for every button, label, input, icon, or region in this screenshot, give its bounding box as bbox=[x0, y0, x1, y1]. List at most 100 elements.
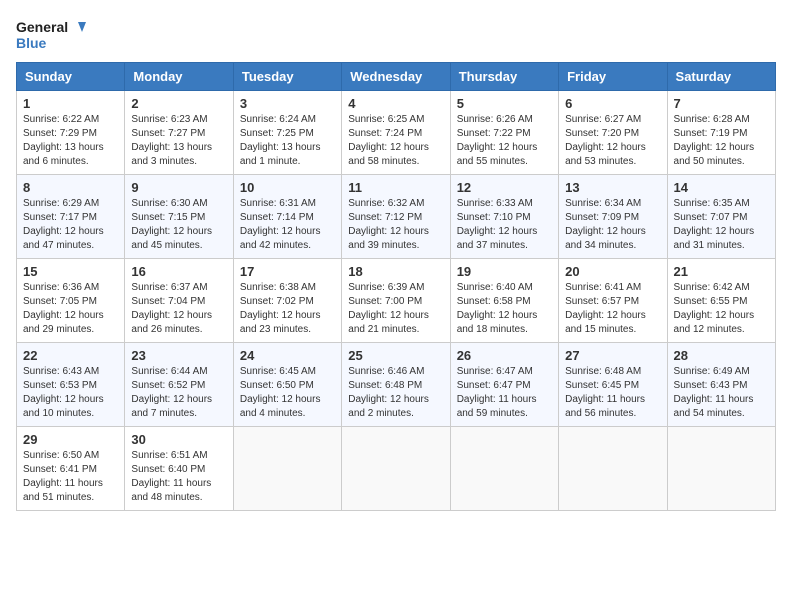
calendar-cell: 27 Sunrise: 6:48 AMSunset: 6:45 PMDaylig… bbox=[559, 343, 667, 427]
day-info: Sunrise: 6:23 AMSunset: 7:27 PMDaylight:… bbox=[131, 114, 212, 167]
day-number: 26 bbox=[457, 348, 552, 363]
day-info: Sunrise: 6:32 AMSunset: 7:12 PMDaylight:… bbox=[348, 198, 429, 251]
calendar-week-row: 22 Sunrise: 6:43 AMSunset: 6:53 PMDaylig… bbox=[17, 343, 776, 427]
calendar-cell: 26 Sunrise: 6:47 AMSunset: 6:47 PMDaylig… bbox=[450, 343, 558, 427]
day-info: Sunrise: 6:22 AMSunset: 7:29 PMDaylight:… bbox=[23, 114, 104, 167]
calendar-cell: 17 Sunrise: 6:38 AMSunset: 7:02 PMDaylig… bbox=[233, 259, 341, 343]
day-info: Sunrise: 6:47 AMSunset: 6:47 PMDaylight:… bbox=[457, 366, 537, 419]
day-info: Sunrise: 6:43 AMSunset: 6:53 PMDaylight:… bbox=[23, 366, 104, 419]
day-number: 15 bbox=[23, 264, 118, 279]
day-info: Sunrise: 6:35 AMSunset: 7:07 PMDaylight:… bbox=[674, 198, 755, 251]
weekday-header-tuesday: Tuesday bbox=[233, 63, 341, 91]
calendar-week-row: 1 Sunrise: 6:22 AMSunset: 7:29 PMDayligh… bbox=[17, 91, 776, 175]
calendar-cell bbox=[342, 427, 450, 511]
calendar-cell: 2 Sunrise: 6:23 AMSunset: 7:27 PMDayligh… bbox=[125, 91, 233, 175]
day-info: Sunrise: 6:31 AMSunset: 7:14 PMDaylight:… bbox=[240, 198, 321, 251]
day-number: 5 bbox=[457, 96, 552, 111]
day-info: Sunrise: 6:37 AMSunset: 7:04 PMDaylight:… bbox=[131, 282, 212, 335]
day-info: Sunrise: 6:51 AMSunset: 6:40 PMDaylight:… bbox=[131, 450, 211, 503]
weekday-header-friday: Friday bbox=[559, 63, 667, 91]
logo: General Blue bbox=[16, 16, 86, 52]
day-number: 22 bbox=[23, 348, 118, 363]
day-number: 19 bbox=[457, 264, 552, 279]
calendar-cell bbox=[667, 427, 775, 511]
calendar-cell: 14 Sunrise: 6:35 AMSunset: 7:07 PMDaylig… bbox=[667, 175, 775, 259]
calendar-cell: 15 Sunrise: 6:36 AMSunset: 7:05 PMDaylig… bbox=[17, 259, 125, 343]
day-info: Sunrise: 6:25 AMSunset: 7:24 PMDaylight:… bbox=[348, 114, 429, 167]
day-info: Sunrise: 6:28 AMSunset: 7:19 PMDaylight:… bbox=[674, 114, 755, 167]
calendar-cell: 18 Sunrise: 6:39 AMSunset: 7:00 PMDaylig… bbox=[342, 259, 450, 343]
calendar-cell: 5 Sunrise: 6:26 AMSunset: 7:22 PMDayligh… bbox=[450, 91, 558, 175]
day-number: 24 bbox=[240, 348, 335, 363]
calendar-cell: 7 Sunrise: 6:28 AMSunset: 7:19 PMDayligh… bbox=[667, 91, 775, 175]
calendar-cell: 21 Sunrise: 6:42 AMSunset: 6:55 PMDaylig… bbox=[667, 259, 775, 343]
calendar-cell: 23 Sunrise: 6:44 AMSunset: 6:52 PMDaylig… bbox=[125, 343, 233, 427]
day-number: 13 bbox=[565, 180, 660, 195]
day-info: Sunrise: 6:41 AMSunset: 6:57 PMDaylight:… bbox=[565, 282, 646, 335]
day-info: Sunrise: 6:44 AMSunset: 6:52 PMDaylight:… bbox=[131, 366, 212, 419]
day-info: Sunrise: 6:29 AMSunset: 7:17 PMDaylight:… bbox=[23, 198, 104, 251]
calendar-cell: 1 Sunrise: 6:22 AMSunset: 7:29 PMDayligh… bbox=[17, 91, 125, 175]
svg-text:Blue: Blue bbox=[16, 35, 47, 51]
calendar-cell: 11 Sunrise: 6:32 AMSunset: 7:12 PMDaylig… bbox=[342, 175, 450, 259]
page-header: General Blue bbox=[16, 16, 776, 52]
calendar-cell: 4 Sunrise: 6:25 AMSunset: 7:24 PMDayligh… bbox=[342, 91, 450, 175]
calendar-week-row: 8 Sunrise: 6:29 AMSunset: 7:17 PMDayligh… bbox=[17, 175, 776, 259]
day-number: 21 bbox=[674, 264, 769, 279]
day-number: 9 bbox=[131, 180, 226, 195]
day-number: 8 bbox=[23, 180, 118, 195]
day-number: 18 bbox=[348, 264, 443, 279]
day-number: 14 bbox=[674, 180, 769, 195]
day-number: 17 bbox=[240, 264, 335, 279]
weekday-header-saturday: Saturday bbox=[667, 63, 775, 91]
weekday-header-sunday: Sunday bbox=[17, 63, 125, 91]
day-info: Sunrise: 6:24 AMSunset: 7:25 PMDaylight:… bbox=[240, 114, 321, 167]
day-info: Sunrise: 6:27 AMSunset: 7:20 PMDaylight:… bbox=[565, 114, 646, 167]
calendar-cell: 16 Sunrise: 6:37 AMSunset: 7:04 PMDaylig… bbox=[125, 259, 233, 343]
day-number: 27 bbox=[565, 348, 660, 363]
day-info: Sunrise: 6:45 AMSunset: 6:50 PMDaylight:… bbox=[240, 366, 321, 419]
day-info: Sunrise: 6:49 AMSunset: 6:43 PMDaylight:… bbox=[674, 366, 754, 419]
calendar-cell bbox=[450, 427, 558, 511]
day-number: 3 bbox=[240, 96, 335, 111]
calendar-cell: 8 Sunrise: 6:29 AMSunset: 7:17 PMDayligh… bbox=[17, 175, 125, 259]
calendar-cell: 25 Sunrise: 6:46 AMSunset: 6:48 PMDaylig… bbox=[342, 343, 450, 427]
day-info: Sunrise: 6:46 AMSunset: 6:48 PMDaylight:… bbox=[348, 366, 429, 419]
day-info: Sunrise: 6:48 AMSunset: 6:45 PMDaylight:… bbox=[565, 366, 645, 419]
day-number: 16 bbox=[131, 264, 226, 279]
day-number: 23 bbox=[131, 348, 226, 363]
day-info: Sunrise: 6:39 AMSunset: 7:00 PMDaylight:… bbox=[348, 282, 429, 335]
calendar-table: SundayMondayTuesdayWednesdayThursdayFrid… bbox=[16, 62, 776, 511]
day-info: Sunrise: 6:50 AMSunset: 6:41 PMDaylight:… bbox=[23, 450, 103, 503]
calendar-cell: 9 Sunrise: 6:30 AMSunset: 7:15 PMDayligh… bbox=[125, 175, 233, 259]
day-number: 12 bbox=[457, 180, 552, 195]
calendar-header-row: SundayMondayTuesdayWednesdayThursdayFrid… bbox=[17, 63, 776, 91]
calendar-cell: 6 Sunrise: 6:27 AMSunset: 7:20 PMDayligh… bbox=[559, 91, 667, 175]
day-number: 29 bbox=[23, 432, 118, 447]
logo-svg: General Blue bbox=[16, 16, 86, 52]
calendar-cell: 24 Sunrise: 6:45 AMSunset: 6:50 PMDaylig… bbox=[233, 343, 341, 427]
day-info: Sunrise: 6:33 AMSunset: 7:10 PMDaylight:… bbox=[457, 198, 538, 251]
calendar-cell: 3 Sunrise: 6:24 AMSunset: 7:25 PMDayligh… bbox=[233, 91, 341, 175]
calendar-week-row: 29 Sunrise: 6:50 AMSunset: 6:41 PMDaylig… bbox=[17, 427, 776, 511]
day-number: 30 bbox=[131, 432, 226, 447]
day-number: 10 bbox=[240, 180, 335, 195]
calendar-cell: 10 Sunrise: 6:31 AMSunset: 7:14 PMDaylig… bbox=[233, 175, 341, 259]
svg-text:General: General bbox=[16, 19, 68, 35]
day-info: Sunrise: 6:38 AMSunset: 7:02 PMDaylight:… bbox=[240, 282, 321, 335]
calendar-cell: 12 Sunrise: 6:33 AMSunset: 7:10 PMDaylig… bbox=[450, 175, 558, 259]
weekday-header-thursday: Thursday bbox=[450, 63, 558, 91]
day-info: Sunrise: 6:30 AMSunset: 7:15 PMDaylight:… bbox=[131, 198, 212, 251]
day-number: 1 bbox=[23, 96, 118, 111]
weekday-header-monday: Monday bbox=[125, 63, 233, 91]
day-info: Sunrise: 6:40 AMSunset: 6:58 PMDaylight:… bbox=[457, 282, 538, 335]
calendar-cell: 20 Sunrise: 6:41 AMSunset: 6:57 PMDaylig… bbox=[559, 259, 667, 343]
calendar-cell bbox=[233, 427, 341, 511]
day-number: 11 bbox=[348, 180, 443, 195]
day-number: 25 bbox=[348, 348, 443, 363]
calendar-cell bbox=[559, 427, 667, 511]
calendar-week-row: 15 Sunrise: 6:36 AMSunset: 7:05 PMDaylig… bbox=[17, 259, 776, 343]
day-number: 20 bbox=[565, 264, 660, 279]
calendar-cell: 19 Sunrise: 6:40 AMSunset: 6:58 PMDaylig… bbox=[450, 259, 558, 343]
day-number: 2 bbox=[131, 96, 226, 111]
